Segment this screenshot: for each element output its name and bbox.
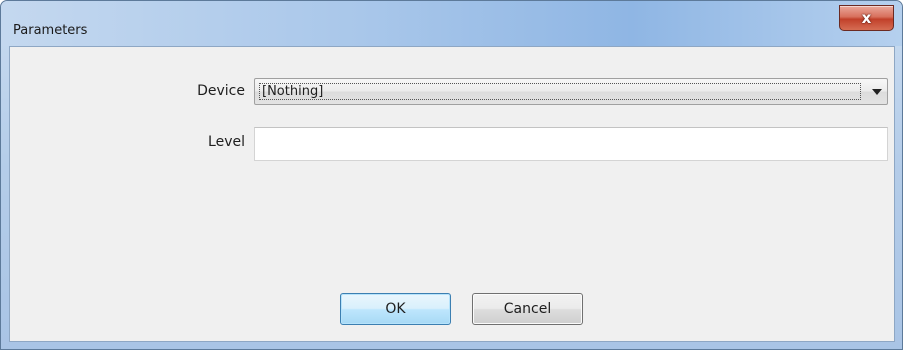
close-button[interactable]: x: [839, 5, 894, 31]
device-dropdown[interactable]: [Nothing]: [254, 78, 888, 105]
level-label: Level: [208, 134, 245, 150]
device-selected-value: [Nothing]: [262, 84, 324, 99]
parameters-dialog: Parameters x Device [Nothing] Level OK C…: [0, 0, 903, 350]
chevron-down-icon[interactable]: [872, 89, 882, 95]
device-label: Device: [197, 83, 245, 99]
focus-rectangle: [Nothing]: [259, 83, 861, 100]
close-icon: x: [861, 8, 872, 27]
dialog-body: Device [Nothing] Level OK Cancel: [9, 46, 895, 342]
level-input[interactable]: [254, 127, 888, 161]
cancel-button[interactable]: Cancel: [472, 293, 583, 325]
cancel-button-label: Cancel: [503, 301, 552, 317]
window-title: Parameters: [13, 23, 88, 38]
ok-button[interactable]: OK: [340, 293, 451, 325]
title-bar[interactable]: Parameters x: [1, 1, 902, 46]
ok-button-label: OK: [385, 301, 406, 317]
